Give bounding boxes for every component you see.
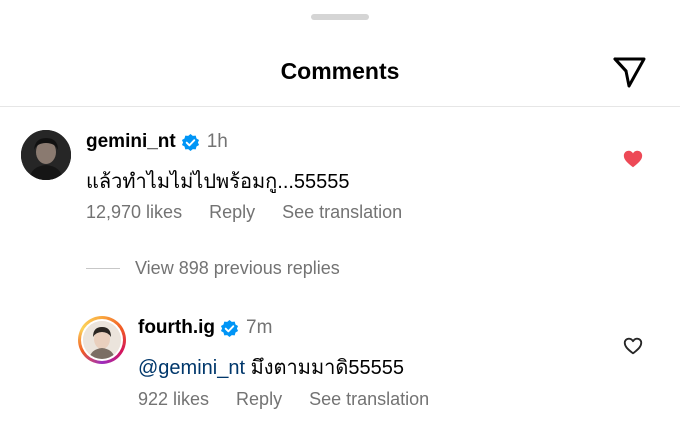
comments-sheet: Comments gemini_nt 1h แล้วทำไมไม่ไปพร้อม… bbox=[0, 0, 680, 434]
view-previous-replies[interactable]: View 898 previous replies bbox=[86, 258, 340, 279]
comment-username[interactable]: gemini_nt bbox=[86, 131, 176, 153]
reply-body: มึงตามมาดิ55555 bbox=[245, 357, 404, 379]
see-translation-button[interactable]: See translation bbox=[309, 389, 429, 410]
reply-button[interactable]: Reply bbox=[236, 389, 282, 410]
comment-time: 1h bbox=[206, 131, 228, 152]
avatar[interactable] bbox=[21, 130, 71, 180]
header-divider bbox=[0, 106, 680, 107]
reply-likes[interactable]: 922 likes bbox=[138, 389, 209, 410]
page-title: Comments bbox=[280, 58, 400, 84]
reply-header: fourth.ig 7m bbox=[138, 317, 272, 339]
comment-header: gemini_nt 1h bbox=[86, 131, 228, 153]
grab-handle[interactable] bbox=[311, 14, 369, 20]
reply-username[interactable]: fourth.ig bbox=[138, 317, 215, 339]
story-ring-avatar[interactable] bbox=[78, 316, 126, 364]
reply-button[interactable]: Reply bbox=[209, 202, 255, 223]
verified-badge-icon bbox=[181, 133, 199, 151]
reply-text: @gemini_nt มึงตามมาดิ55555 bbox=[138, 351, 404, 383]
comment-actions: 12,970 likes Reply See translation bbox=[86, 202, 429, 223]
view-replies-label: View 898 previous replies bbox=[135, 258, 340, 278]
paper-plane-icon[interactable] bbox=[609, 52, 649, 92]
reply-time: 7m bbox=[246, 317, 273, 338]
avatar-border bbox=[81, 319, 123, 361]
comment-likes[interactable]: 12,970 likes bbox=[86, 202, 182, 223]
mention-link[interactable]: @gemini_nt bbox=[138, 357, 245, 379]
avatar bbox=[83, 321, 121, 359]
reply-actions: 922 likes Reply See translation bbox=[138, 389, 456, 410]
comment-text: แล้วทำไมไม่ไปพร้อมกู...55555 bbox=[86, 171, 350, 193]
replies-line bbox=[86, 268, 120, 269]
heart-filled-icon[interactable] bbox=[622, 148, 644, 170]
see-translation-button[interactable]: See translation bbox=[282, 202, 402, 223]
heart-outline-icon[interactable] bbox=[622, 335, 644, 357]
verified-badge-icon bbox=[220, 319, 239, 337]
